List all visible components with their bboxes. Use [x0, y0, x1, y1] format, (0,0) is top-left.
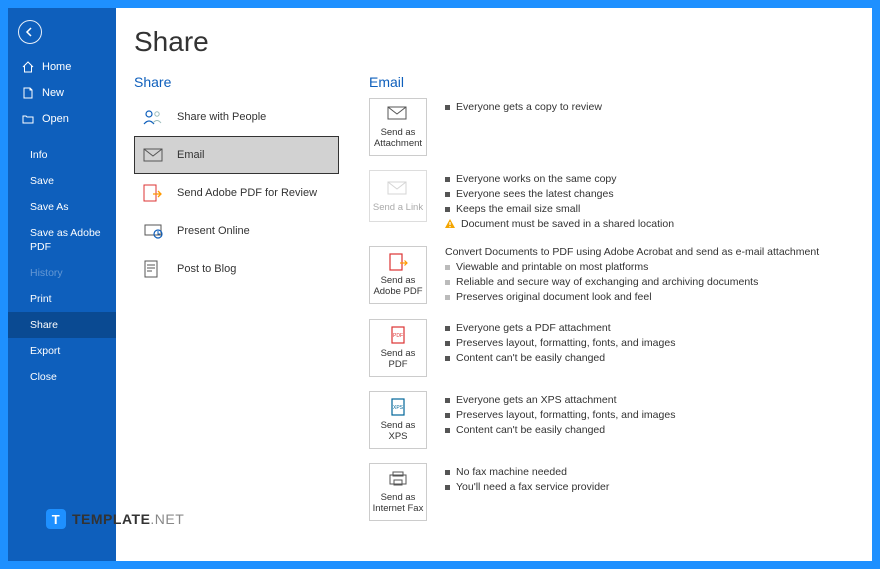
present-online-icon: [141, 221, 165, 241]
btn-label: Send as XPS: [372, 420, 424, 442]
sidebar-item-print[interactable]: Print: [8, 286, 116, 312]
back-button[interactable]: [18, 20, 42, 44]
people-icon: [141, 107, 165, 127]
share-present-online[interactable]: Present Online: [134, 212, 339, 250]
share-email[interactable]: Email: [134, 136, 339, 174]
btn-label: Send as PDF: [372, 348, 424, 370]
btn-label: Send as Internet Fax: [372, 492, 424, 514]
sidebar-label: Print: [30, 292, 52, 306]
pdf-icon: PDF: [387, 326, 409, 344]
btn-label: Send as Adobe PDF: [372, 275, 424, 297]
send-as-pdf-button[interactable]: PDF Send as PDF: [369, 319, 427, 377]
svg-text:XPS: XPS: [393, 405, 404, 411]
envelope-attach-icon: [387, 105, 409, 123]
sidebar-item-save[interactable]: Save: [8, 168, 116, 194]
btn-label: Send as Attachment: [372, 127, 424, 149]
arrow-left-icon: [24, 26, 36, 38]
bullet-text: Preserves layout, formatting, fonts, and…: [456, 408, 675, 423]
bullet-text: Everyone gets an XPS attachment: [456, 393, 617, 408]
send-as-attachment-button[interactable]: Send as Attachment: [369, 98, 427, 156]
share-with-people[interactable]: Share with People: [134, 98, 339, 136]
share-opt-label: Email: [177, 149, 205, 161]
sidebar-label: Export: [30, 344, 60, 358]
send-as-adobe-pdf-button[interactable]: Send as Adobe PDF: [369, 246, 427, 304]
sidebar-label: History: [30, 266, 63, 280]
sidebar-item-open[interactable]: Open: [8, 106, 116, 132]
sidebar-label: Save: [30, 174, 54, 188]
bullet-text: You'll need a fax service provider: [456, 480, 609, 495]
sidebar-item-export[interactable]: Export: [8, 338, 116, 364]
envelope-link-icon: [387, 180, 409, 198]
sidebar-label: Close: [30, 370, 57, 384]
lead-text: Convert Documents to PDF using Adobe Acr…: [445, 246, 819, 258]
email-heading: Email: [369, 74, 852, 90]
bullet-text: Keeps the email size small: [456, 202, 580, 217]
bullet-list: No fax machine needed You'll need a fax …: [445, 465, 609, 495]
blog-icon: [141, 259, 165, 279]
backstage-sidebar: Home New Open Info Save Save As Save as …: [8, 8, 116, 561]
share-opt-label: Send Adobe PDF for Review: [177, 187, 317, 199]
warning-text: Document must be saved in a shared locat…: [461, 217, 674, 232]
sidebar-item-share[interactable]: Share: [8, 312, 116, 338]
envelope-icon: [141, 145, 165, 165]
fax-icon: [387, 470, 409, 488]
bullet-text: Preserves original document look and fee…: [456, 290, 652, 305]
bullet-text: Viewable and printable on most platforms: [456, 260, 648, 275]
bullet-text: Everyone gets a copy to review: [456, 100, 602, 115]
pdf-review-icon: [141, 183, 165, 203]
sidebar-label: Save as Adobe PDF: [30, 226, 108, 254]
sidebar-item-home[interactable]: Home: [8, 54, 116, 80]
email-panel: Email Send as Attachment Everyone gets a…: [369, 74, 852, 535]
bullet-text: Content can't be easily changed: [456, 351, 605, 366]
page-title: Share: [134, 26, 852, 58]
bullet-text: Everyone gets a PDF attachment: [456, 321, 611, 336]
sidebar-item-save-as[interactable]: Save As: [8, 194, 116, 220]
share-opt-label: Present Online: [177, 225, 250, 237]
sidebar-item-history: History: [8, 260, 116, 286]
sidebar-label: Share: [30, 318, 58, 332]
sidebar-item-info[interactable]: Info: [8, 142, 116, 168]
send-as-internet-fax-button[interactable]: Send as Internet Fax: [369, 463, 427, 521]
share-post-blog[interactable]: Post to Blog: [134, 250, 339, 288]
send-a-link-button: Send a Link: [369, 170, 427, 222]
bullet-text: Everyone works on the same copy: [456, 172, 617, 187]
bullet-block: Convert Documents to PDF using Adobe Acr…: [445, 246, 819, 305]
adobe-pdf-icon: [387, 253, 409, 271]
sidebar-item-close[interactable]: Close: [8, 364, 116, 390]
xps-icon: XPS: [387, 398, 409, 416]
warning-icon: [445, 219, 455, 229]
svg-text:PDF: PDF: [393, 333, 403, 339]
home-icon: [22, 61, 34, 73]
share-heading: Share: [134, 74, 339, 90]
sidebar-label: New: [42, 86, 64, 100]
sidebar-label: Save As: [30, 200, 69, 214]
sidebar-label: Info: [30, 148, 48, 162]
bullet-text: Preserves layout, formatting, fonts, and…: [456, 336, 675, 351]
watermark-text: TEMPLATE: [72, 511, 150, 527]
bullet-text: Everyone sees the latest changes: [456, 187, 614, 202]
sidebar-item-save-adobe-pdf[interactable]: Save as Adobe PDF: [8, 220, 116, 260]
bullet-text: Reliable and secure way of exchanging an…: [456, 275, 758, 290]
folder-open-icon: [22, 113, 34, 125]
bullet-list: Everyone works on the same copy Everyone…: [445, 172, 674, 232]
watermark: T TEMPLATE.NET: [46, 509, 184, 529]
bullet-text: No fax machine needed: [456, 465, 567, 480]
bullet-list: Everyone gets a copy to review: [445, 100, 602, 115]
send-as-xps-button[interactable]: XPS Send as XPS: [369, 391, 427, 449]
sidebar-item-new[interactable]: New: [8, 80, 116, 106]
share-opt-label: Post to Blog: [177, 263, 236, 275]
bullet-list: Everyone gets an XPS attachment Preserve…: [445, 393, 675, 438]
sidebar-label: Open: [42, 112, 69, 126]
share-opt-label: Share with People: [177, 111, 266, 123]
btn-label: Send a Link: [373, 202, 423, 213]
share-adobe-pdf-review[interactable]: Send Adobe PDF for Review: [134, 174, 339, 212]
sidebar-label: Home: [42, 60, 71, 74]
share-panel: Share Share with People Email: [134, 74, 339, 535]
document-icon: [22, 87, 34, 99]
watermark-net: .NET: [150, 511, 184, 527]
template-badge-icon: T: [46, 509, 66, 529]
bullet-list: Everyone gets a PDF attachment Preserves…: [445, 321, 675, 366]
backstage-main: Share Share Share with People Email: [116, 8, 872, 561]
bullet-text: Content can't be easily changed: [456, 423, 605, 438]
